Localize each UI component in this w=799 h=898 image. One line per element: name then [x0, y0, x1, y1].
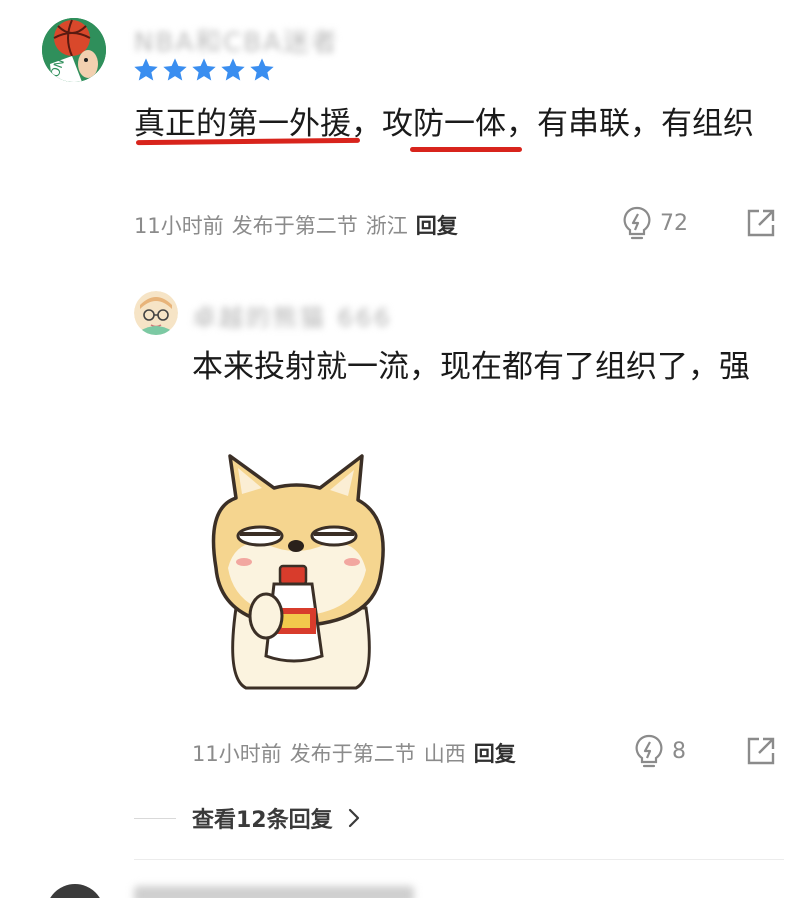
highlighted-phrase: 真正的第一外援: [134, 106, 351, 142]
like-count: 8: [672, 738, 686, 764]
next-comment-username[interactable]: [134, 886, 414, 898]
star-icon: [250, 58, 274, 81]
like-button[interactable]: 72: [622, 206, 688, 240]
comment-thread: ON NBA和CBA迷者 真正的第一外援，攻防一体，有串联，有组织 11小时前 …: [0, 0, 799, 898]
view-replies-button[interactable]: 查看12条回复: [134, 802, 365, 834]
highlighted-phrase: 攻防一体: [382, 106, 506, 142]
red-underline: [410, 147, 522, 152]
star-icon: [163, 58, 187, 81]
location-label: 浙江: [365, 214, 408, 238]
star-icon: [192, 58, 216, 81]
lightbulb-icon: [623, 206, 651, 240]
star-icon: [221, 58, 245, 81]
like-button[interactable]: 8: [634, 734, 686, 768]
basketball-avatar-icon: ON: [42, 18, 106, 82]
share-external-icon[interactable]: [746, 208, 776, 238]
reply-username[interactable]: 卓越的熊猫 666: [192, 298, 392, 333]
timestamp: 11小时前: [134, 214, 224, 238]
divider: [134, 859, 784, 860]
chevron-right-icon: [348, 808, 359, 828]
lightbulb-icon: [635, 734, 663, 768]
separator-line: [134, 817, 176, 819]
reply-button[interactable]: 回复: [416, 210, 458, 240]
section-label: 发布于第二节: [289, 742, 416, 766]
reply-avatar[interactable]: [134, 291, 178, 335]
like-count: 72: [660, 210, 688, 236]
reply-button[interactable]: 回复: [474, 738, 516, 768]
username[interactable]: NBA和CBA迷者: [134, 22, 339, 59]
shiba-dog-drinking-sticker: [211, 454, 385, 690]
face-avatar-icon: [134, 291, 178, 335]
view-replies-label: 查看12条回复: [192, 808, 333, 833]
location-label: 山西: [423, 742, 466, 766]
reply-text: 本来投射就一流，现在都有了组织了，强: [192, 349, 750, 385]
star-rating: [132, 56, 276, 84]
reply-meta: 11小时前 发布于第二节 山西 回复: [192, 738, 516, 768]
star-icon: [134, 58, 158, 81]
section-label: 发布于第二节: [231, 214, 358, 238]
comment-meta: 11小时前 发布于第二节 浙江 回复: [134, 210, 458, 240]
timestamp: 11小时前: [192, 742, 282, 766]
user-avatar[interactable]: ON: [42, 18, 106, 82]
next-comment-avatar[interactable]: [46, 884, 104, 898]
share-external-icon[interactable]: [746, 736, 776, 766]
